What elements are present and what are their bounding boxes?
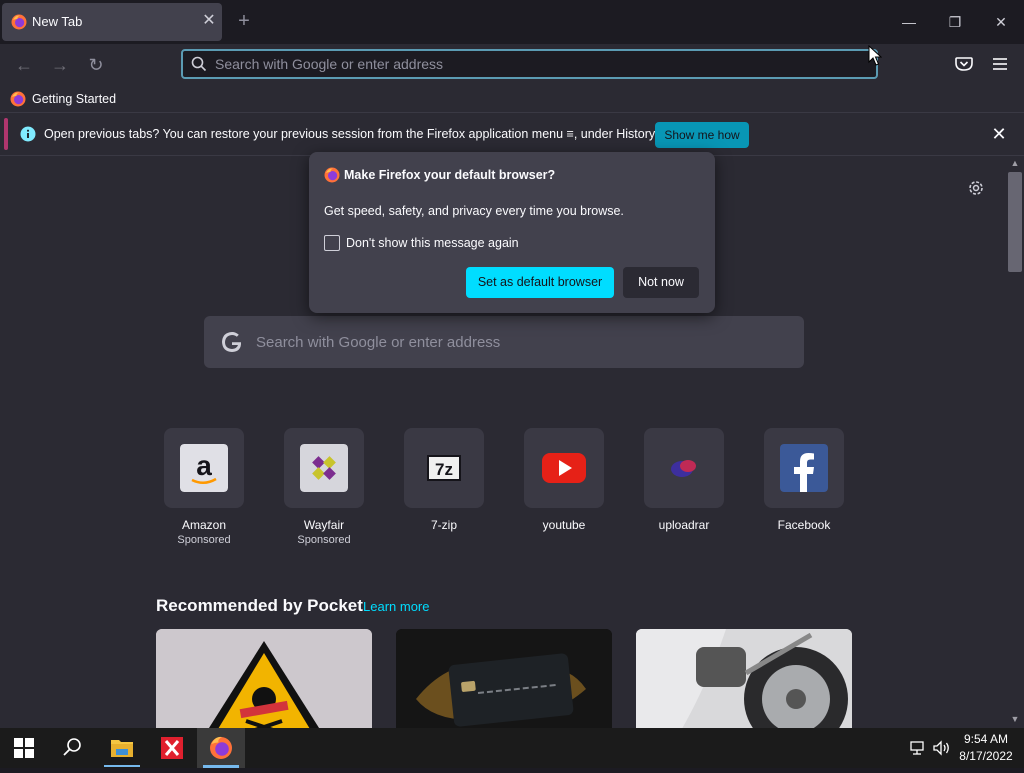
tab-strip: New Tab ✕ + — ❐ ✕ xyxy=(0,0,1024,44)
scrollbar-thumb[interactable] xyxy=(1008,172,1022,272)
site-name: youtube xyxy=(542,518,586,532)
forward-button[interactable]: → xyxy=(47,52,73,78)
top-site-wayfair[interactable]: Wayfair Sponsored xyxy=(284,428,364,546)
back-button[interactable]: ← xyxy=(11,52,37,78)
7zip-icon: 7z xyxy=(427,455,461,481)
google-icon xyxy=(222,332,242,352)
site-tile xyxy=(644,428,724,508)
site-name: Amazon xyxy=(181,518,227,532)
site-tile: 7z xyxy=(404,428,484,508)
tab-title: New Tab xyxy=(32,14,83,29)
site-tile xyxy=(764,428,844,508)
site-name: 7-zip xyxy=(430,518,457,532)
minimize-button[interactable]: — xyxy=(895,10,923,34)
facebook-icon xyxy=(780,444,828,492)
x-app-icon xyxy=(161,737,183,759)
amazon-icon: a xyxy=(180,444,228,492)
bookmarks-toolbar: Getting Started xyxy=(0,86,1024,112)
site-tile: a xyxy=(164,428,244,508)
sponsored-label: Sponsored xyxy=(297,534,351,546)
page-search-box[interactable] xyxy=(204,316,804,368)
search-icon xyxy=(63,738,81,756)
default-browser-prompt: Make Firefox your default browser? Get s… xyxy=(309,152,715,313)
uploadrar-icon xyxy=(671,460,696,477)
new-tab-button[interactable]: + xyxy=(232,10,256,34)
taskbar-search-button[interactable] xyxy=(48,728,96,768)
scroll-down-icon[interactable]: ▼ xyxy=(1010,714,1020,724)
pocket-card-2[interactable] xyxy=(396,629,612,728)
clock-date[interactable]: 8/17/2022 xyxy=(956,749,1016,763)
site-name: uploadrar xyxy=(658,518,710,532)
svg-text:a: a xyxy=(196,450,212,481)
network-icon[interactable] xyxy=(908,740,926,756)
credit-card-image xyxy=(396,629,612,728)
top-site-uploadrar[interactable]: uploadrar xyxy=(644,428,724,532)
mouse-cursor-icon xyxy=(868,45,882,66)
notification-text: Open previous tabs? You can restore your… xyxy=(44,127,658,141)
warning-sign-image xyxy=(156,629,372,728)
top-site-youtube[interactable]: youtube xyxy=(524,428,604,532)
gear-icon[interactable] xyxy=(966,178,986,198)
tab-new-tab[interactable]: New Tab ✕ xyxy=(2,3,222,41)
firefox-icon xyxy=(203,736,239,768)
top-site-7zip[interactable]: 7z 7-zip xyxy=(404,428,484,532)
bookmark-label: Getting Started xyxy=(32,92,117,106)
search-icon xyxy=(191,56,207,72)
set-default-browser-button[interactable]: Set as default browser xyxy=(466,267,614,298)
session-restore-notification: Open previous tabs? You can restore your… xyxy=(0,112,1024,156)
maximize-button[interactable]: ❐ xyxy=(941,10,969,34)
url-input[interactable] xyxy=(215,51,855,77)
not-now-button[interactable]: Not now xyxy=(623,267,699,298)
url-bar[interactable] xyxy=(181,49,878,79)
pocket-heading: Recommended by Pocket xyxy=(156,596,363,615)
pocket-icon[interactable] xyxy=(952,52,976,76)
notification-accent xyxy=(4,118,8,150)
top-site-facebook[interactable]: Facebook xyxy=(764,428,844,532)
notification-close-icon[interactable]: ✕ xyxy=(988,123,1010,145)
prompt-title: Make Firefox your default browser? xyxy=(344,168,556,182)
taskbar-firefox[interactable] xyxy=(197,728,245,768)
pocket-card-3[interactable] xyxy=(636,629,852,728)
hamburger-menu-icon[interactable] xyxy=(988,52,1012,76)
site-tile xyxy=(284,428,364,508)
folder-icon xyxy=(104,740,140,767)
firefox-icon xyxy=(11,14,27,30)
svg-text:7z: 7z xyxy=(435,460,453,479)
notification-strong: Open previous tabs? xyxy=(44,127,160,141)
taskbar: 9:54 AM 8/17/2022 xyxy=(0,728,1024,768)
app-menu-glyph: ≡ xyxy=(566,127,574,141)
wayfair-icon xyxy=(300,444,348,492)
notification-message-end: , under History. xyxy=(573,127,658,141)
prompt-body: Get speed, safety, and privacy every tim… xyxy=(324,204,624,218)
volume-icon[interactable] xyxy=(932,740,952,756)
scroll-up-icon[interactable]: ▲ xyxy=(1010,158,1020,168)
youtube-icon xyxy=(542,453,586,483)
dont-show-again-checkbox[interactable] xyxy=(324,235,340,251)
clock-time[interactable]: 9:54 AM xyxy=(956,732,1016,746)
windows-icon xyxy=(14,738,34,758)
start-button[interactable] xyxy=(0,728,48,768)
site-tile xyxy=(524,428,604,508)
pocket-learn-more-link[interactable]: Learn more xyxy=(363,599,429,614)
window-close-button[interactable]: ✕ xyxy=(987,10,1015,34)
bookmark-getting-started[interactable]: Getting Started xyxy=(10,90,116,108)
car-brake-image xyxy=(636,629,852,728)
show-me-how-button[interactable]: Show me how xyxy=(655,122,749,148)
notification-message: You can restore your previous session fr… xyxy=(159,127,567,141)
top-site-amazon[interactable]: a Amazon Sponsored xyxy=(164,428,244,546)
taskbar-x-app[interactable] xyxy=(148,728,196,768)
dont-show-again-label[interactable]: Don't show this message again xyxy=(346,236,519,250)
reload-button[interactable]: ↻ xyxy=(83,52,109,78)
site-name: Facebook xyxy=(777,518,831,532)
firefox-icon xyxy=(10,91,26,107)
tab-close-icon[interactable]: ✕ xyxy=(199,11,219,31)
page-search-input[interactable] xyxy=(256,316,786,368)
pocket-card-1[interactable] xyxy=(156,629,372,728)
sponsored-label: Sponsored xyxy=(177,534,231,546)
firefox-icon xyxy=(324,167,340,183)
site-name: Wayfair xyxy=(303,518,345,532)
info-icon xyxy=(20,126,36,142)
taskbar-file-explorer[interactable] xyxy=(98,728,146,768)
